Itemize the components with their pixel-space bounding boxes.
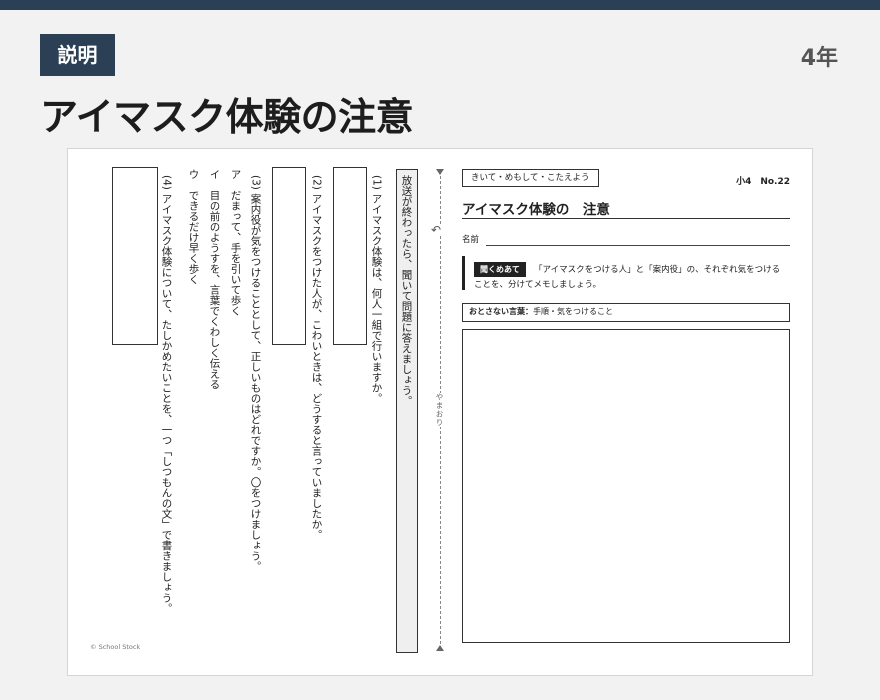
fold-curl-icon: ↶ (431, 223, 442, 237)
key-words-box: おとさない言葉：手順・気をつけること (462, 303, 790, 322)
worksheet-tag: きいて・めもして・こたえよう (462, 169, 599, 188)
instruction-text-line-2: ことを、分けてメモしましょう。 (474, 280, 601, 290)
answer-box-q1[interactable] (333, 167, 367, 345)
worksheet-preview: 放送が終わったら、聞いて問題に答えましょう。 (1) アイマスク体験は、何人一組… (67, 148, 813, 676)
page-title: アイマスク体験の注意 (40, 95, 414, 139)
title-rule (462, 218, 790, 219)
question-3-option-u[interactable]: ウ できるだけ早く歩く (188, 169, 200, 285)
key-words-text: 手順・気をつけること (533, 307, 613, 316)
name-label: 名前 (462, 235, 480, 245)
document-number: 小4 No.22 (736, 177, 790, 187)
key-words-label: おとさない言葉： (469, 307, 533, 316)
question-2: (2) アイマスクをつけた人が、こわいときは、どうすると言っていましたか。 (310, 175, 323, 540)
instruction-text-line-1: 「アイマスクをつける人」と「案内役」の、それぞれ気をつける (534, 265, 781, 275)
top-accent-bar (0, 0, 880, 10)
question-1: (1) アイマスク体験は、何人一組で行いますか。 (370, 175, 383, 404)
worksheet-title: アイマスク体験の 注意 (462, 202, 610, 218)
questions-header: 放送が終わったら、聞いて問題に答えましょう。 (400, 175, 413, 406)
name-field[interactable] (486, 245, 790, 246)
question-3-option-i[interactable]: イ 目の前のようすを、言葉でくわしく伝える (209, 169, 221, 390)
fold-arrow-top-icon (436, 169, 444, 175)
instruction-marker (462, 256, 465, 290)
answer-box-q2[interactable] (272, 167, 306, 345)
copyright-text: © School Stock (90, 643, 141, 651)
instruction-badge: 聞くめあて (474, 262, 526, 277)
question-4: (4) アイマスク体験について、たしかめたいことを、一つ「しつもんの文」で書きま… (160, 175, 173, 614)
grade-label: 4年 (800, 46, 838, 71)
answer-box-q4[interactable] (112, 167, 158, 345)
question-3-option-a[interactable]: ア だまって、手を引いて歩く (230, 169, 242, 316)
question-3: (3) 案内役が気をつけることとして、正しいものはどれですか。〇をつけましょう。 (249, 175, 262, 572)
memo-area[interactable] (462, 329, 790, 643)
fold-arrow-bottom-icon (436, 645, 444, 651)
category-badge: 説明 (40, 34, 115, 76)
fold-label: やまおり (434, 393, 445, 427)
